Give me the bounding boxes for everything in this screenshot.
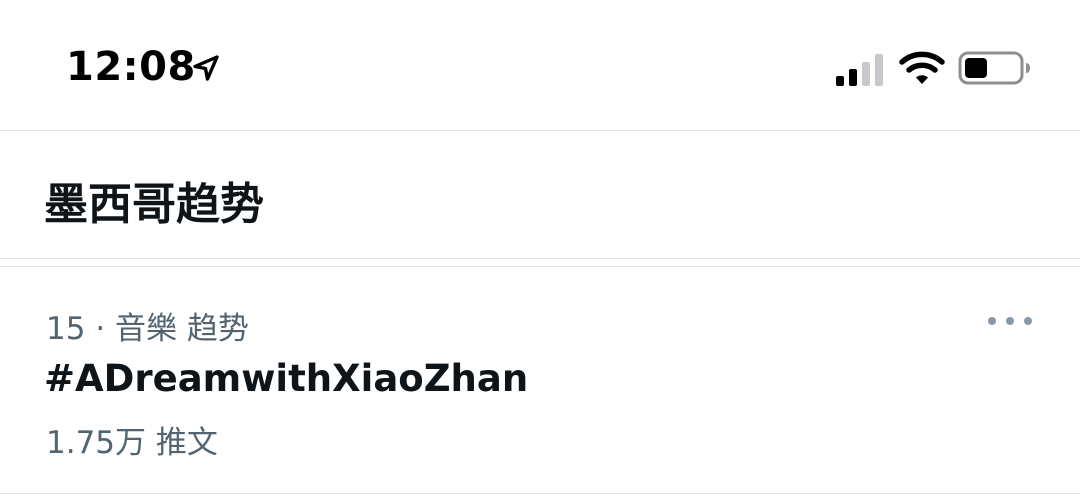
status-bar: 12:08 [0, 0, 1080, 130]
trend-name[interactable]: #ADreamwithXiaoZhan [44, 357, 528, 400]
trend-meta: 15 · 音樂 趋势 [46, 303, 249, 348]
more-dots-icon [1006, 317, 1014, 325]
more-dots-icon [1024, 317, 1032, 325]
trend-tweet-count: 1.75万 推文 [46, 425, 218, 461]
wifi-icon [899, 51, 945, 84]
screen: 12:08 墨西哥趋势 15 · 音樂 趋势 #ADreamwithXiaoZh… [0, 0, 1080, 503]
trend-separator: · [95, 311, 106, 347]
more-options-button[interactable] [984, 307, 1036, 335]
divider [0, 258, 1080, 259]
trend-category: 音樂 趋势 [115, 311, 249, 347]
divider [0, 130, 1080, 131]
page-title: 墨西哥趋势 [44, 179, 264, 230]
divider [0, 493, 1080, 494]
trend-rank: 15 [46, 311, 86, 347]
more-dots-icon [988, 317, 996, 325]
status-time: 12:08 [66, 44, 196, 90]
signal-icon [836, 54, 883, 86]
trend-item[interactable]: 15 · 音樂 趋势 #ADreamwithXiaoZhan 1.75万 推文 [0, 267, 1080, 493]
location-arrow-icon [193, 55, 219, 81]
battery-icon [958, 51, 1030, 85]
